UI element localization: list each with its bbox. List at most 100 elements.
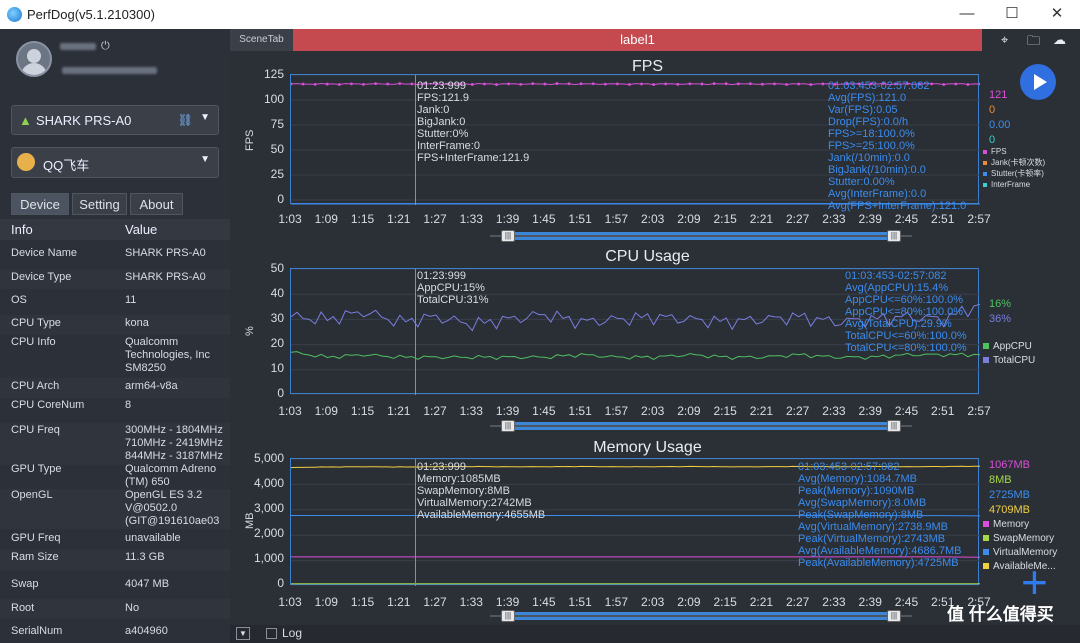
table-row: Swap 4047 MB (0, 578, 230, 598)
memory-range-slider[interactable]: ||| ||| (490, 610, 912, 622)
cpu-plot-area[interactable]: 01:23:999 AppCPU:15% TotalCPU:31% 01:03:… (290, 268, 981, 396)
legend-item[interactable]: InterFrame (983, 179, 1045, 190)
device-dropdown-label: SHARK PRS-A0 (36, 113, 132, 128)
folder-icon[interactable]: 🗀 (1027, 32, 1045, 48)
scene-tab-button[interactable]: SceneTab (230, 29, 293, 51)
fps-point (555, 82, 559, 85)
fps-point (809, 83, 813, 86)
y-tick-label: 1,000 (253, 551, 284, 565)
y-tick-label: 25 (270, 167, 284, 181)
info-table-header: Info Value (0, 219, 230, 240)
x-tick-label: 1:15 (350, 212, 375, 226)
cpu-legend: AppCPU TotalCPU (983, 340, 1035, 368)
tab-device[interactable]: Device (11, 193, 69, 215)
legend-item[interactable]: AppCPU (983, 340, 1035, 354)
table-row: OpenGL OpenGL ES 3.2 V@0502.0 (GIT@191610… (0, 489, 230, 529)
fps-point (603, 82, 607, 86)
legend-item[interactable]: Jank(卡顿次数) (983, 157, 1045, 168)
app-dropdown[interactable]: QQ飞车 ▼ (11, 147, 219, 178)
cpu-range-slider[interactable]: ||| ||| (490, 420, 912, 432)
y-tick-label: 40 (270, 286, 284, 300)
fps-range-slider[interactable]: ||| ||| (490, 230, 912, 242)
fps-plot-area[interactable]: 01:23:999 FPS:121.9 Jank:0 BigJank:0 Stu… (289, 74, 982, 212)
bottom-bar: ▼ Log (230, 625, 1080, 643)
x-tick-label: 2:45 (894, 404, 919, 418)
cpu-chart-title: CPU Usage (605, 248, 690, 265)
blurred-account-id (62, 67, 157, 74)
link-icon[interactable]: ⛓ (178, 113, 193, 127)
perfdog-app-icon (7, 7, 22, 22)
tab-setting[interactable]: Setting (72, 193, 127, 215)
x-tick-label: 2:09 (677, 212, 701, 226)
range-handle-left[interactable]: ||| (501, 230, 515, 242)
y-tick-label: 0 (277, 576, 284, 590)
x-tick-label: 2:15 (713, 595, 737, 609)
info-value: 300MHz - 1804MHz 710MHz - 2419MHz 844MHz… (125, 424, 223, 462)
location-icon[interactable]: ⌖ (1001, 32, 1019, 48)
range-handle-right[interactable]: ||| (887, 230, 901, 242)
add-chart-icon[interactable]: + (1021, 559, 1048, 605)
log-checkbox[interactable] (266, 628, 277, 639)
play-button[interactable] (1020, 64, 1056, 100)
fps-point (966, 83, 970, 86)
x-tick-label: 2:09 (677, 404, 701, 418)
info-key: SerialNum (11, 625, 63, 637)
range-handle-left[interactable]: ||| (501, 610, 515, 622)
fps-point (712, 82, 716, 86)
cursor-line[interactable] (415, 75, 416, 205)
x-tick-label: 2:21 (749, 212, 774, 226)
fps-point (410, 82, 414, 86)
fps-point (591, 82, 595, 86)
info-key: CPU CoreNum (11, 399, 85, 411)
info-value: Qualcomm Technologies, Inc SM8250 (125, 336, 210, 374)
device-dropdown[interactable]: ▲ SHARK PRS-A0 ⛓ ▼ (11, 105, 219, 135)
x-tick-label: 1:39 (495, 404, 520, 418)
cursor-line[interactable] (415, 269, 416, 395)
legend-item[interactable]: Memory (983, 518, 1057, 532)
label-tab[interactable]: label1 (293, 29, 982, 51)
info-value: No (125, 602, 140, 614)
legend-item[interactable]: Stutter(卡顿率) (983, 168, 1045, 179)
available-current-value: 4709MB (989, 504, 1030, 516)
close-button[interactable]: ✕ (1047, 4, 1067, 24)
cpu-summary: 01:03:453-02:57:082 Avg(AppCPU):15.4% Ap… (845, 270, 967, 354)
legend-item[interactable]: TotalCPU (983, 354, 1035, 368)
x-tick-label: 1:45 (532, 212, 556, 226)
fps-point (289, 82, 293, 86)
info-key: Device Name (11, 247, 78, 259)
legend-label: AppCPU (993, 341, 1032, 352)
legend-label: FPS (991, 147, 1007, 156)
legend-item[interactable]: SwapMemory (983, 532, 1057, 546)
power-icon[interactable]: ⏻ (101, 40, 110, 53)
toolbar-icons: ⌖ 🗀 ☁ (984, 29, 1080, 51)
info-key: CPU Freq (11, 424, 60, 436)
table-row: CPU Arch arm64-v8a (0, 378, 230, 398)
range-handle-right[interactable]: ||| (887, 420, 901, 432)
legend-swatch (983, 343, 989, 350)
cursor-line[interactable] (415, 459, 416, 586)
table-row: GPU Type Qualcomm Adreno (TM) 650 (0, 463, 230, 489)
fps-legend: FPS Jank(卡顿次数) Stutter(卡顿率) InterFrame (983, 146, 1045, 190)
x-tick-label: 2:15 (713, 212, 737, 226)
x-tick-label: 1:27 (423, 595, 447, 609)
x-tick-label: 2:33 (822, 595, 846, 609)
fps-point (700, 82, 704, 86)
fps-point (785, 83, 788, 86)
avatar[interactable] (16, 41, 52, 77)
window-title: PerfDog(v5.1.210300) (27, 7, 155, 22)
memory-plot-area[interactable]: 01:23:999 Memory:1085MB SwapMemory:8MB V… (290, 458, 981, 587)
legend-item[interactable]: FPS (983, 146, 1045, 157)
minimize-button[interactable]: — (957, 4, 977, 24)
maximize-button[interactable]: ☐ (1002, 4, 1022, 24)
cloud-icon[interactable]: ☁ (1053, 32, 1071, 48)
collapse-down-icon[interactable]: ▼ (236, 627, 250, 640)
range-handle-right[interactable]: ||| (887, 610, 901, 622)
fps-point (386, 82, 390, 86)
y-tick-label: 50 (270, 261, 284, 275)
y-tick-label: 0 (277, 386, 284, 400)
tab-about[interactable]: About (130, 193, 183, 215)
watermark: 值 什么值得买 (947, 605, 1054, 624)
table-row: CPU CoreNum 8 (0, 399, 230, 423)
memory-summary: 01:03:453-02:57:082 Avg(Memory):1084.7MB… (798, 461, 962, 569)
range-handle-left[interactable]: ||| (501, 420, 515, 432)
